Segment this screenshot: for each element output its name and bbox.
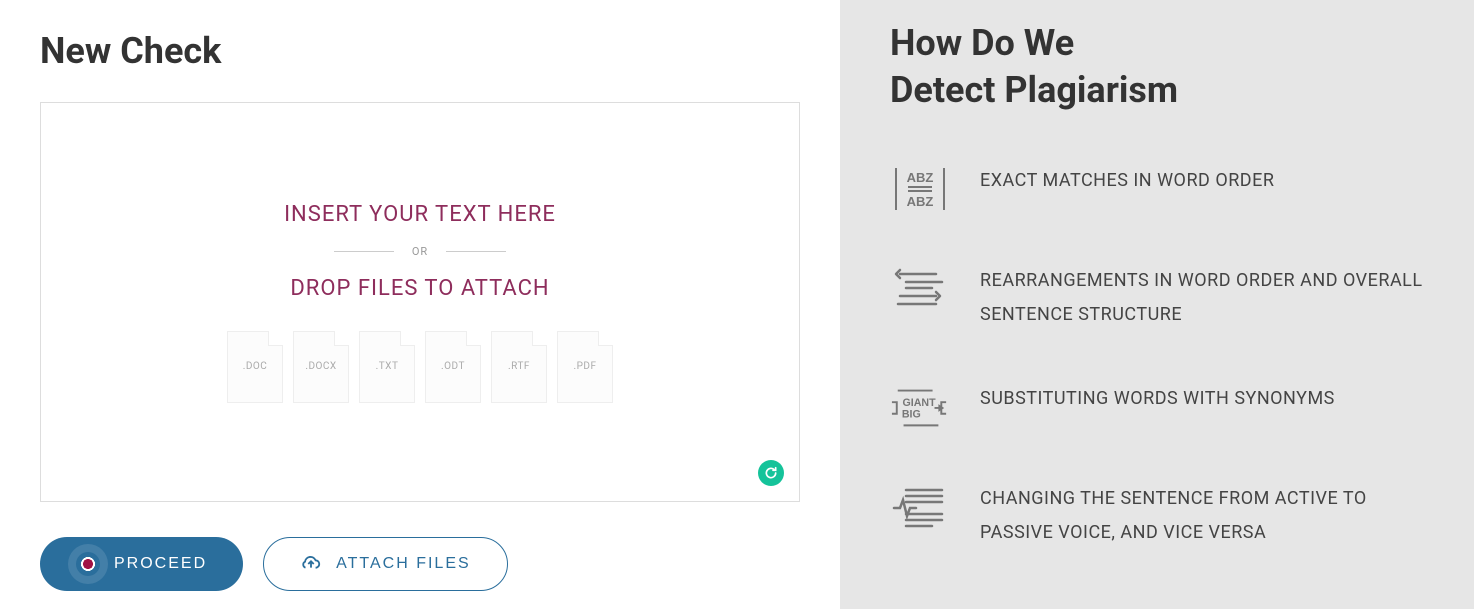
grammarly-icon[interactable] xyxy=(758,460,784,486)
synonym-icon: GIANTBIG xyxy=(890,382,950,432)
feature-text: CHANGING THE SENTENCE FROM ACTIVE TO PAS… xyxy=(980,482,1424,550)
feature-row: GIANTBIG SUBSTITUTING WORDS WITH SYNONYM… xyxy=(890,382,1424,432)
svg-text:ABZ: ABZ xyxy=(907,170,934,185)
voice-change-icon xyxy=(890,482,950,532)
feature-row: CHANGING THE SENTENCE FROM ACTIVE TO PAS… xyxy=(890,482,1424,550)
file-type-chip: .RTF xyxy=(491,331,547,403)
insert-text-label: INSERT YOUR TEXT HERE xyxy=(284,202,556,227)
feature-row: ABZ ABZ EXACT MATCHES IN WORD ORDER xyxy=(890,164,1424,214)
divider-text: OR xyxy=(412,245,428,258)
proceed-button[interactable]: PROCEED xyxy=(40,537,243,591)
svg-text:GIANT: GIANT xyxy=(903,397,937,409)
text-drop-zone[interactable]: INSERT YOUR TEXT HERE OR DROP FILES TO A… xyxy=(40,102,800,502)
file-type-chip: .DOC xyxy=(227,331,283,403)
attach-label: ATTACH FILES xyxy=(336,555,471,573)
file-type-chip: .PDF xyxy=(557,331,613,403)
divider: OR xyxy=(334,245,506,258)
svg-text:BIG: BIG xyxy=(902,409,921,421)
file-type-chip: .ODT xyxy=(425,331,481,403)
cloud-upload-icon xyxy=(300,553,322,575)
feature-text: SUBSTITUTING WORDS WITH SYNONYMS xyxy=(980,382,1335,416)
record-icon xyxy=(76,552,100,576)
drop-files-label: DROP FILES TO ATTACH xyxy=(290,276,549,301)
attach-files-button[interactable]: ATTACH FILES xyxy=(263,537,508,591)
feature-row: REARRANGEMENTS IN WORD ORDER AND OVERALL… xyxy=(890,264,1424,332)
file-types-list: .DOC .DOCX .TXT .ODT .RTF .PDF xyxy=(227,331,613,403)
abz-match-icon: ABZ ABZ xyxy=(890,164,950,214)
rearrange-icon xyxy=(890,264,950,314)
file-type-chip: .DOCX xyxy=(293,331,349,403)
file-type-chip: .TXT xyxy=(359,331,415,403)
buttons-row: PROCEED ATTACH FILES xyxy=(40,537,800,591)
page-title: New Check xyxy=(40,30,800,72)
divider-line-left xyxy=(334,251,394,252)
svg-text:ABZ: ABZ xyxy=(907,194,934,209)
feature-text: REARRANGEMENTS IN WORD ORDER AND OVERALL… xyxy=(980,264,1424,332)
divider-line-right xyxy=(446,251,506,252)
feature-text: EXACT MATCHES IN WORD ORDER xyxy=(980,164,1274,198)
right-panel: How Do WeDetect Plagiarism ABZ ABZ EXACT … xyxy=(840,0,1474,609)
sidebar-title: How Do WeDetect Plagiarism xyxy=(890,20,1424,114)
proceed-label: PROCEED xyxy=(114,555,207,573)
left-panel: New Check INSERT YOUR TEXT HERE OR DROP … xyxy=(0,0,840,609)
